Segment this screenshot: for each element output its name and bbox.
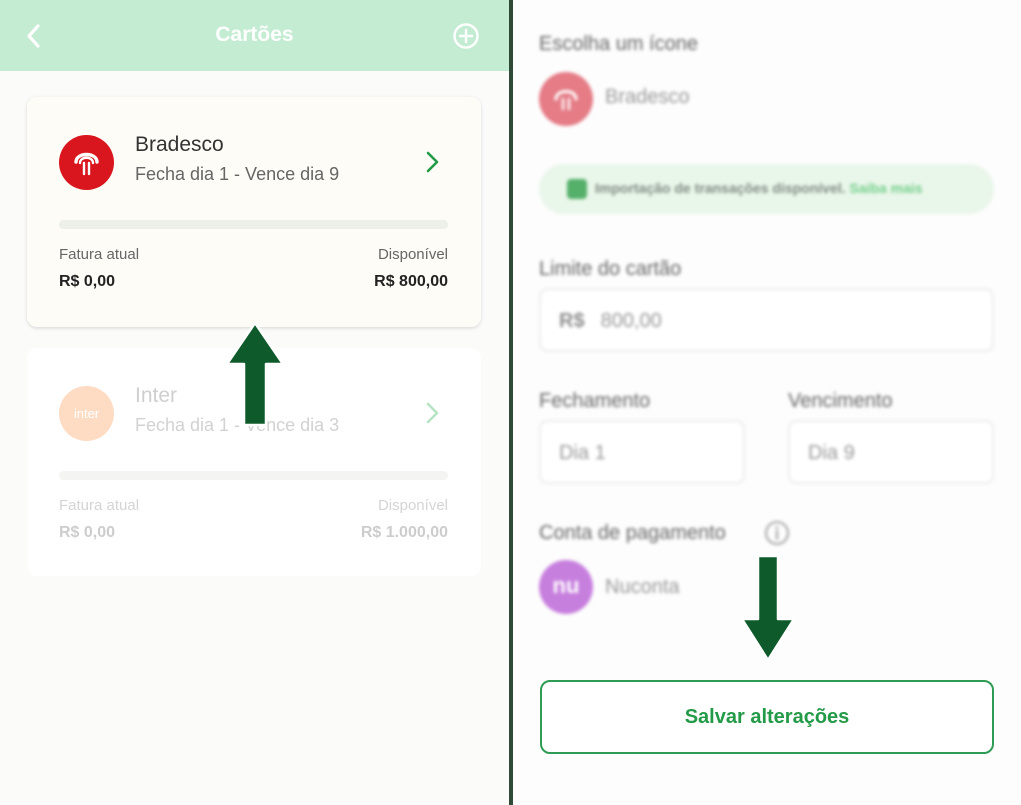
available-label: Disponível	[377, 497, 448, 514]
due-label: Vencimento	[788, 390, 893, 412]
limit-label: Limite do cartão	[539, 258, 682, 280]
inter-logo-icon: inter	[59, 386, 114, 441]
available-label: Disponível	[377, 246, 448, 263]
limit-value: 800,00	[600, 310, 662, 332]
save-changes-button[interactable]: Salvar alterações	[540, 680, 994, 754]
usage-progress-bar	[59, 220, 448, 229]
banner-text-wrap: Importação de transações disponível. Sai…	[595, 180, 923, 196]
limit-input[interactable]: R$ 800,00	[539, 288, 994, 352]
chevron-right-icon[interactable]	[422, 150, 442, 174]
bradesco-logo-icon	[59, 135, 114, 190]
card-dates: Fecha dia 1 - Vence dia 9	[135, 164, 340, 184]
closing-day-select[interactable]: Dia 1	[539, 420, 745, 484]
card-name: Inter	[135, 384, 178, 407]
selected-icon-bradesco[interactable]	[539, 72, 593, 126]
nubank-logo-icon[interactable]: nu	[539, 560, 593, 614]
current-invoice-label: Fatura atual	[59, 246, 140, 263]
limit-input-content: R$ 800,00	[559, 310, 662, 333]
current-invoice-value: R$ 0,00	[59, 273, 116, 290]
learn-more-link[interactable]: Saiba mais	[849, 180, 922, 196]
selected-icon-name: Bradesco	[605, 86, 690, 108]
due-day-select[interactable]: Dia 9	[788, 420, 994, 484]
info-icon[interactable]	[763, 519, 791, 547]
chevron-right-icon[interactable]	[422, 401, 442, 425]
payment-account-name: Nuconta	[605, 576, 680, 598]
edit-card-screen: Escolha um ícone Bradesco Importação de …	[513, 0, 1021, 805]
available-value: R$ 800,00	[374, 273, 448, 290]
app-header: Cartões	[0, 0, 509, 71]
import-banner: Importação de transações disponível. Sai…	[539, 164, 994, 214]
currency-prefix: R$	[559, 310, 585, 332]
card-name: Bradesco	[135, 133, 224, 156]
cards-screen: Cartões Bradesco Fecha dia 1 - Vence dia…	[0, 0, 509, 805]
usage-progress-bar	[59, 471, 448, 480]
banner-text: Importação de transações disponível.	[595, 180, 846, 196]
arrow-down-icon	[740, 554, 796, 662]
closing-label: Fechamento	[539, 390, 651, 412]
payment-account-label: Conta de pagamento	[539, 522, 726, 544]
available-value: R$ 1.000,00	[360, 524, 448, 541]
due-day-value: Dia 9	[808, 442, 855, 464]
closing-day-value: Dia 1	[559, 442, 606, 464]
page-title: Cartões	[215, 23, 294, 46]
current-invoice-value: R$ 0,00	[59, 524, 116, 541]
plus-circle-icon[interactable]	[452, 22, 480, 50]
arrow-up-icon	[225, 321, 285, 427]
card-item-bradesco[interactable]: Bradesco Fecha dia 1 - Vence dia 9 Fatur…	[27, 97, 481, 327]
current-invoice-label: Fatura atual	[59, 497, 140, 514]
icon-section-label: Escolha um ícone	[539, 33, 698, 55]
chart-icon	[567, 179, 587, 199]
